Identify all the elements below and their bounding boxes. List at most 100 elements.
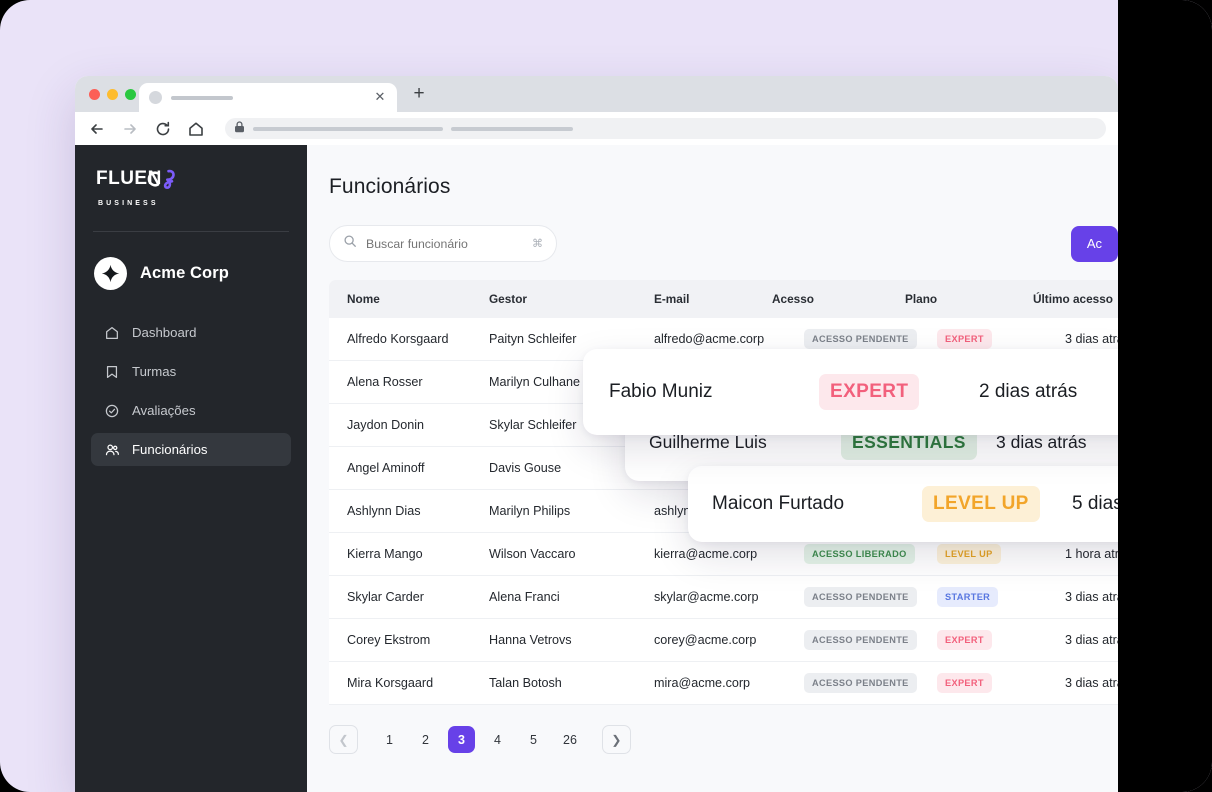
table-row[interactable]: Skylar Carder Alena Franci skylar@acme.cor… — [329, 576, 1118, 619]
floating-card-date: 5 dias atrás — [1072, 493, 1118, 514]
table-row[interactable]: Corey Ekstrom Hanna Vetrovs corey@acme.cor… — [329, 619, 1118, 662]
cell-ultimo-acesso: 3 dias atrás — [1065, 590, 1118, 604]
sidebar-item-label: Funcionários — [132, 442, 208, 457]
cell-email: alfredo@acme.corp — [654, 332, 765, 346]
cell-ultimo-acesso: 3 dias atrás — [1065, 332, 1118, 346]
floating-card-plan: LEVEL UP — [922, 486, 1072, 522]
cell-ultimo-acesso: 3 dias atrás — [1065, 676, 1118, 690]
browser-window: ✕ + FLUEN BUSINESS Acme Corp Dashboard T… — [75, 76, 1118, 792]
access-badge: ACESSO LIBERADO — [804, 544, 915, 564]
add-employee-button[interactable]: Ac — [1070, 225, 1118, 262]
plan-badge: EXPERT — [937, 630, 992, 650]
pagination-page-5[interactable]: 5 — [520, 726, 547, 753]
pagination-page-3[interactable]: 3 — [448, 726, 475, 753]
plan-badge: LEVEL UP — [922, 486, 1040, 522]
pagination-prev-button[interactable]: ❮ — [329, 725, 358, 754]
sidebar-nav: Dashboard Turmas Avaliações Funcionários — [91, 316, 291, 466]
cell-nome: Alena Rosser — [347, 375, 423, 389]
arrow-right-icon[interactable] — [120, 119, 140, 139]
window-traffic-lights — [89, 89, 136, 100]
cell-nome: Skylar Carder — [347, 590, 424, 604]
tab-favicon — [149, 91, 162, 104]
search-input[interactable] — [366, 236, 523, 251]
plan-badge: EXPERT — [937, 673, 992, 693]
pagination-numbers: 1 2 3 4 5 26 — [376, 726, 584, 753]
pagination-page-2[interactable]: 2 — [412, 726, 439, 753]
cell-acesso: ACESSO PENDENTE — [804, 329, 937, 349]
arrow-left-icon[interactable] — [87, 119, 107, 139]
browser-nav-bar — [75, 112, 1118, 145]
floating-employee-card-fabio[interactable]: Fabio Muniz EXPERT 2 dias atrás ••• — [583, 349, 1118, 435]
app-root: FLUEN BUSINESS Acme Corp Dashboard Turma… — [75, 145, 1118, 792]
cell-nome: Angel Aminoff — [347, 461, 425, 475]
svg-text:FLUEN: FLUEN — [96, 168, 162, 189]
minimize-window-button[interactable] — [107, 89, 118, 100]
cell-ultimo-acesso: 3 dias atrás — [1065, 633, 1118, 647]
pagination-page-4[interactable]: 4 — [484, 726, 511, 753]
cell-email: mira@acme.corp — [654, 676, 751, 690]
plan-badge: LEVEL UP — [937, 544, 1001, 564]
sidebar-item-label: Dashboard — [132, 325, 197, 340]
pagination-next-button[interactable]: ❯ — [601, 725, 631, 754]
floating-card-plan: EXPERT — [819, 374, 979, 410]
search-field[interactable]: ⌘ — [329, 225, 557, 262]
sidebar-item-dashboard[interactable]: Dashboard — [91, 316, 291, 349]
sparkle-icon — [94, 257, 127, 290]
search-shortcut-hint: ⌘ — [532, 238, 543, 250]
browser-tab[interactable]: ✕ — [139, 83, 397, 112]
access-badge: ACESSO PENDENTE — [804, 673, 917, 693]
sidebar-item-avaliacoes[interactable]: Avaliações — [91, 394, 291, 427]
pagination-page-26[interactable]: 26 — [556, 726, 584, 753]
cell-gestor: Wilson Vaccaro — [489, 547, 576, 561]
plus-icon[interactable]: + — [411, 84, 427, 103]
search-icon — [343, 234, 357, 253]
brand-logo[interactable]: FLUEN BUSINESS — [91, 145, 291, 207]
cell-nome: Kierra Mango — [347, 547, 423, 561]
check-circle-icon — [103, 402, 120, 419]
floating-employee-card-maicon[interactable]: Maicon Furtado LEVEL UP 5 dias atrás ••• — [688, 466, 1118, 542]
access-badge: ACESSO PENDENTE — [804, 587, 917, 607]
access-badge: ACESSO PENDENTE — [804, 329, 917, 349]
floating-card-date: 2 dias atrás — [979, 381, 1078, 402]
sidebar-item-funcionarios[interactable]: Funcionários — [91, 433, 291, 466]
home-icon[interactable] — [186, 119, 206, 139]
cell-nome: Alfredo Korsgaard — [347, 332, 449, 346]
cell-nome: Mira Korsgaard — [347, 676, 434, 690]
sidebar-item-turmas[interactable]: Turmas — [91, 355, 291, 388]
home-icon — [103, 324, 120, 341]
table-row[interactable]: Mira Korsgaard Talan Botosh mira@acme.corp… — [329, 662, 1118, 705]
column-header-email: E-mail — [654, 292, 690, 306]
cell-plano: STARTER — [937, 587, 1065, 607]
reload-icon[interactable] — [153, 119, 173, 139]
window-clip-mask — [1118, 0, 1212, 792]
pagination: ❮ 1 2 3 4 5 26 ❯ — [329, 725, 1118, 754]
lock-icon — [234, 120, 245, 138]
cell-nome: Ashlynn Dias — [347, 504, 421, 518]
cell-nome: Jaydon Donin — [347, 418, 425, 432]
close-window-button[interactable] — [89, 89, 100, 100]
org-switcher[interactable]: Acme Corp — [91, 232, 291, 290]
tab-title-placeholder — [171, 95, 233, 100]
cell-email: skylar@acme.corp — [654, 590, 759, 604]
column-header-gestor: Gestor — [489, 292, 528, 306]
column-header-plano: Plano — [905, 292, 938, 306]
cell-email: corey@acme.corp — [654, 633, 757, 647]
cell-email: kierra@acme.corp — [654, 547, 758, 561]
page-canvas: ✕ + FLUEN BUSINESS Acme Corp Dashboard T… — [0, 0, 1212, 792]
cell-acesso: ACESSO PENDENTE — [804, 673, 937, 693]
pagination-page-1[interactable]: 1 — [376, 726, 403, 753]
cell-acesso: ACESSO PENDENTE — [804, 587, 937, 607]
fluency-logo-icon: FLUEN — [96, 168, 175, 189]
plan-badge: EXPERT — [819, 374, 920, 410]
cell-plano: LEVEL UP — [937, 544, 1065, 564]
cell-gestor: Paityn Schleifer — [489, 332, 577, 346]
cell-gestor: Talan Botosh — [489, 676, 562, 690]
cell-plano: EXPERT — [937, 329, 1065, 349]
address-bar[interactable] — [225, 118, 1106, 139]
browser-tab-bar: ✕ + — [75, 76, 1118, 112]
bookmark-icon — [103, 363, 120, 380]
close-icon[interactable]: ✕ — [374, 90, 386, 103]
maximize-window-button[interactable] — [125, 89, 136, 100]
column-header-acesso: Acesso — [772, 292, 814, 306]
sidebar: FLUEN BUSINESS Acme Corp Dashboard Turma… — [75, 145, 307, 792]
